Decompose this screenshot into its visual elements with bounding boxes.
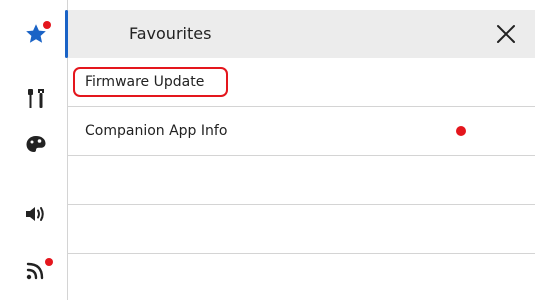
tools-icon xyxy=(28,89,44,108)
panel-header: Favourites xyxy=(68,10,535,58)
notification-dot xyxy=(456,126,466,136)
settings-screen: Favourites Firmware Update Companion App… xyxy=(0,0,535,300)
list-item-label: Companion App Info xyxy=(85,123,228,139)
sidebar xyxy=(0,0,67,300)
list-item-label: Firmware Update xyxy=(85,74,205,90)
notification-dot xyxy=(43,21,51,29)
close-button[interactable] xyxy=(494,22,518,46)
list-item-companion-app-info[interactable]: Companion App Info xyxy=(68,107,535,156)
sidebar-item-tools[interactable] xyxy=(14,80,58,116)
sidebar-item-sound[interactable] xyxy=(14,196,58,232)
wifi-signal-icon xyxy=(26,262,44,280)
sidebar-item-connectivity[interactable] xyxy=(14,252,58,288)
empty-row xyxy=(68,254,535,302)
favourites-list: Firmware Update Companion App Info xyxy=(68,58,535,302)
list-item-firmware-update[interactable]: Firmware Update xyxy=(68,58,535,107)
notification-dot xyxy=(45,258,53,266)
favourites-panel: Favourites Firmware Update Companion App… xyxy=(68,10,535,300)
close-icon xyxy=(497,25,515,43)
palette-icon xyxy=(26,136,46,152)
sidebar-item-favourites[interactable] xyxy=(14,16,58,52)
empty-row xyxy=(68,205,535,254)
sidebar-item-display[interactable] xyxy=(14,126,58,162)
empty-row xyxy=(68,156,535,205)
panel-title: Favourites xyxy=(129,24,212,43)
speaker-icon xyxy=(26,207,44,221)
